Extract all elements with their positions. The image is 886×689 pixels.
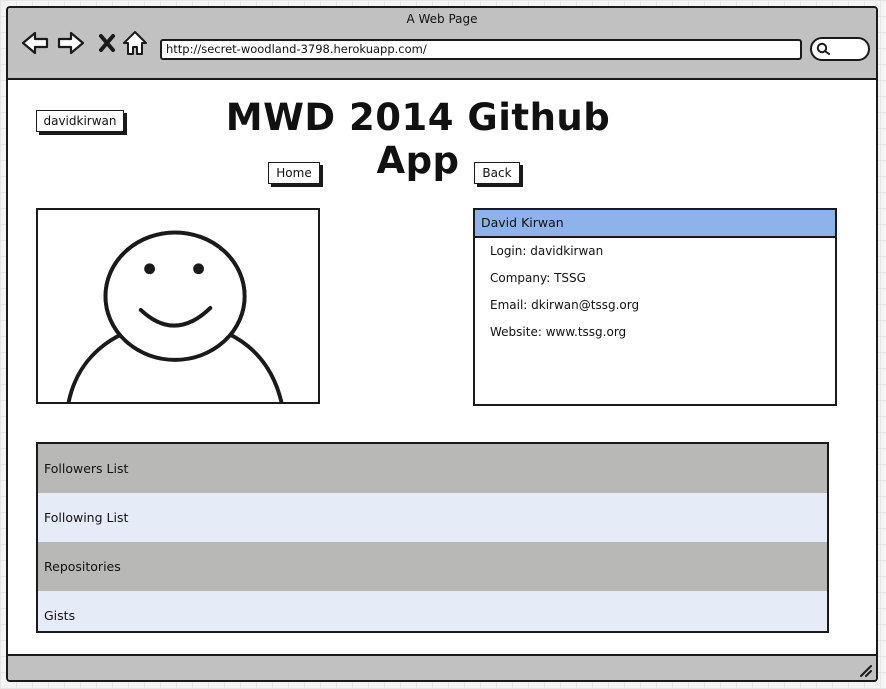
home-icon[interactable]	[120, 28, 150, 58]
search-field[interactable]	[810, 37, 870, 61]
window-title: A Web Page	[406, 12, 478, 26]
page-content: davidkirwan MWD 2014 Github App Home Bac…	[8, 80, 876, 654]
menu-item-repositories[interactable]: Repositories	[38, 542, 827, 591]
profile-website: Website: www.tssg.org	[490, 325, 627, 339]
menu-item-following[interactable]: Following List	[38, 493, 827, 542]
profile-company: Company: TSSG	[490, 271, 586, 285]
smiley-user-icon	[66, 230, 284, 402]
close-x-icon[interactable]	[92, 28, 122, 58]
status-bar	[8, 654, 876, 680]
back-button[interactable]: Back	[474, 162, 520, 184]
profile-details-panel: David Kirwan Login: davidkirwan Company:…	[473, 208, 837, 406]
back-arrow-icon[interactable]	[20, 28, 50, 58]
username-button[interactable]: davidkirwan	[36, 110, 124, 132]
search-icon	[816, 42, 830, 55]
profile-login: Login: davidkirwan	[490, 244, 604, 258]
address-bar[interactable]: http://secret-woodland-3798.herokuapp.co…	[160, 39, 802, 60]
forward-arrow-icon[interactable]	[56, 28, 86, 58]
page-title: MWD 2014 Github App	[225, 96, 611, 182]
avatar-image	[36, 208, 320, 404]
browser-window: A Web Page http://secret-woodland-3798.h…	[6, 6, 878, 682]
home-button[interactable]: Home	[268, 162, 320, 184]
profile-email: Email: dkirwan@tssg.org	[490, 298, 640, 312]
menu-item-followers[interactable]: Followers List	[38, 444, 827, 493]
menu-item-gists[interactable]: Gists	[38, 591, 827, 631]
resize-grip-icon[interactable]	[858, 663, 872, 677]
profile-name-header[interactable]: David Kirwan	[475, 210, 835, 238]
section-menu: Followers List Following List Repositori…	[36, 442, 829, 633]
browser-titlebar: A Web Page http://secret-woodland-3798.h…	[8, 8, 876, 80]
